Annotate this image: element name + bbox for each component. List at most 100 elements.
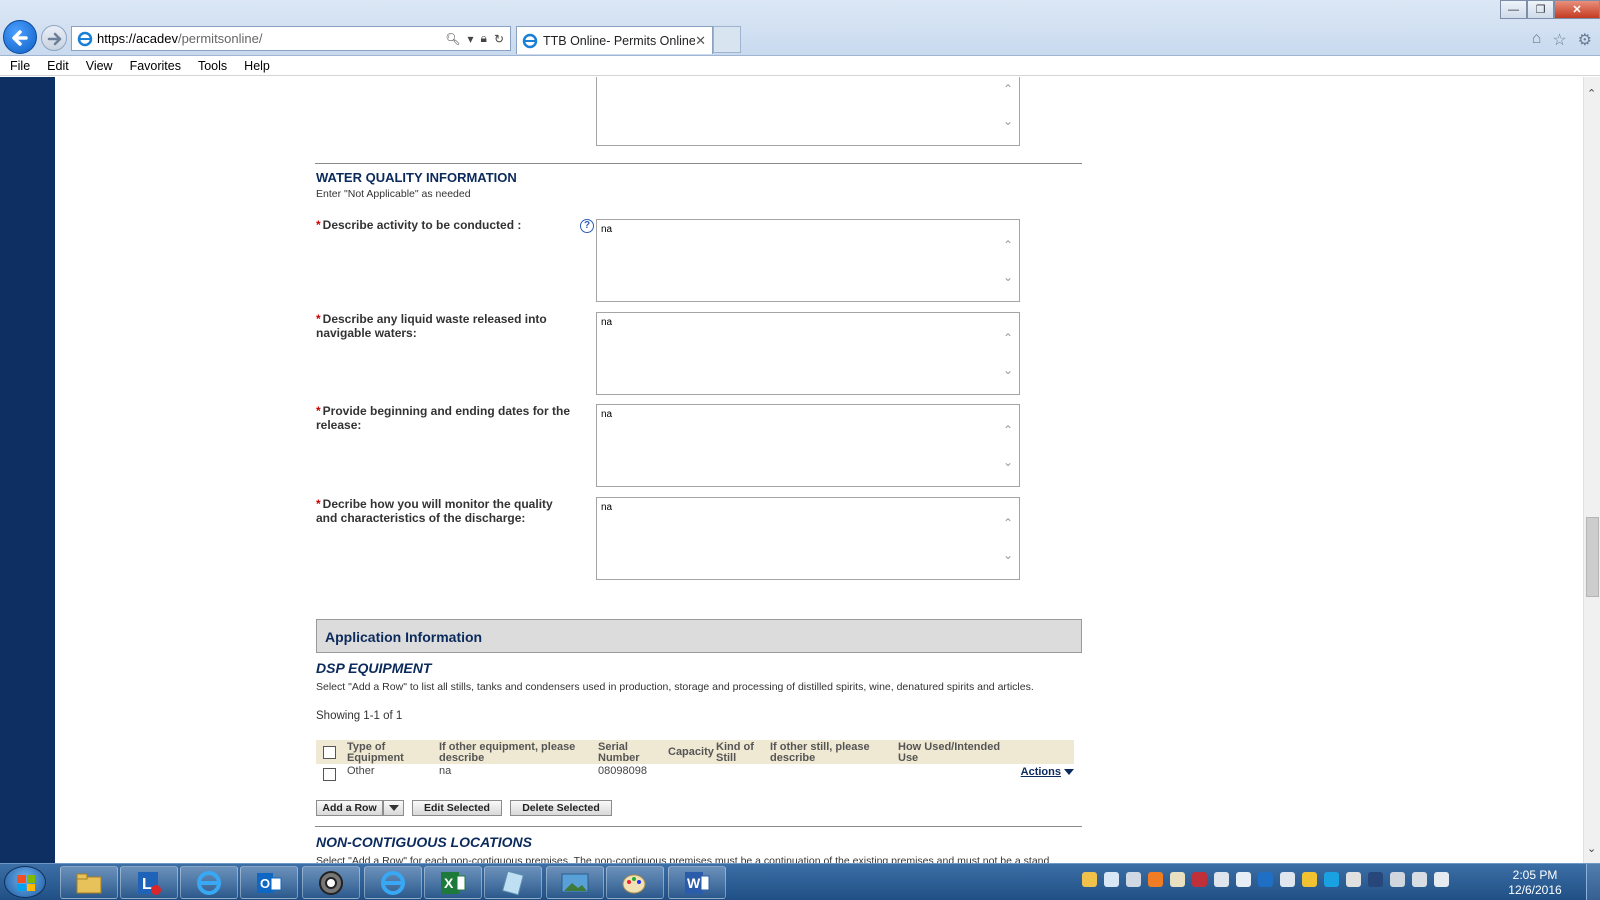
taskbar-lync-icon[interactable]: L — [120, 866, 178, 899]
section-divider — [315, 163, 1082, 164]
question-text: Provide beginning and ending dates for t… — [316, 404, 571, 432]
actions-label: Actions — [1020, 766, 1061, 778]
forward-button[interactable] — [41, 25, 67, 51]
home-icon[interactable]: ⌂ — [1532, 30, 1542, 50]
row-checkbox[interactable] — [323, 768, 336, 781]
tray-volume-icon[interactable] — [1412, 872, 1427, 887]
taskbar-word-icon[interactable]: W — [668, 866, 726, 899]
scrollbar-thumb[interactable] — [1586, 517, 1599, 597]
select-all-checkbox[interactable] — [323, 746, 336, 759]
search-icon[interactable]: 🔍︎ — [445, 32, 460, 46]
favorites-star-icon[interactable]: ☆ — [1552, 30, 1566, 50]
col-how-used: How Used/Intended Use — [898, 741, 1001, 764]
tray-monitor-icon[interactable] — [1126, 872, 1141, 887]
application-information-title: Application Information — [325, 629, 483, 645]
scroll-down-icon[interactable]: ⌄ — [1587, 842, 1596, 855]
url-path: /permitsonline/ — [177, 31, 263, 46]
scroll-down-icon[interactable]: ⌄ — [1003, 270, 1013, 284]
new-tab-button[interactable] — [713, 26, 741, 53]
taskbar-ie-icon[interactable] — [180, 866, 238, 899]
taskbar-ie-icon[interactable] — [364, 866, 422, 899]
tray-note-icon[interactable] — [1082, 872, 1097, 887]
dropdown-arrow-icon[interactable]: ▾ — [468, 32, 474, 46]
previous-field-textarea[interactable]: na ⌃ ⌄ — [596, 77, 1020, 146]
tray-display-icon[interactable] — [1280, 872, 1295, 887]
menu-help[interactable]: Help — [244, 59, 270, 73]
menu-view[interactable]: View — [86, 59, 113, 73]
scroll-down-icon[interactable]: ⌄ — [1003, 363, 1013, 377]
scroll-down-icon[interactable]: ⌄ — [1003, 455, 1013, 469]
minimize-button[interactable]: — — [1500, 0, 1527, 19]
start-button[interactable] — [4, 866, 46, 898]
taskbar-clock[interactable]: 2:05 PM 12/6/2016 — [1502, 868, 1568, 898]
help-icon[interactable]: ? — [580, 219, 594, 233]
lock-icon[interactable]: 🔒︎ — [481, 31, 487, 46]
scroll-up-icon[interactable]: ⌃ — [1003, 331, 1013, 345]
required-marker: * — [316, 404, 321, 418]
activity-textarea[interactable]: na ⌃ ⌄ — [596, 219, 1020, 302]
scroll-up-icon[interactable]: ⌃ — [1003, 238, 1013, 252]
tray-people-icon[interactable] — [1104, 872, 1119, 887]
tray-lock-icon[interactable] — [1302, 872, 1317, 887]
scroll-down-icon[interactable]: ⌄ — [1003, 114, 1013, 128]
gear-icon[interactable]: ⚙︎ — [1578, 30, 1592, 50]
required-marker: * — [316, 218, 321, 232]
address-bar[interactable]: https://acadev/permitsonline/ 🔍︎ ▾ 🔒︎ ↻ — [71, 26, 511, 51]
restore-button[interactable]: ❐ — [1527, 0, 1554, 19]
liquid-waste-textarea[interactable]: na ⌃ ⌄ — [596, 312, 1020, 395]
tray-signal-icon[interactable] — [1434, 872, 1449, 887]
col-serial-number: Serial Number — [598, 741, 640, 764]
menu-file[interactable]: File — [10, 59, 30, 73]
add-row-button[interactable]: Add a Row — [316, 800, 383, 816]
menu-favorites[interactable]: Favorites — [130, 59, 181, 73]
tray-mail-icon[interactable] — [1236, 872, 1251, 887]
water-quality-subheading: Enter "Not Applicable" as needed — [316, 188, 471, 200]
close-tab-icon[interactable]: ✕ — [695, 33, 706, 49]
taskbar-notepad-icon[interactable] — [484, 866, 542, 899]
menu-edit[interactable]: Edit — [47, 59, 69, 73]
url-text[interactable]: https://acadev/permitsonline/ — [97, 31, 445, 46]
taskbar-chrome-icon[interactable] — [302, 866, 360, 899]
taskbar-excel-icon[interactable]: X — [424, 866, 482, 899]
row-actions-menu[interactable]: Actions — [1021, 766, 1074, 778]
clock-date: 12/6/2016 — [1508, 883, 1562, 897]
tray-user-icon[interactable] — [1346, 872, 1361, 887]
tray-skype-icon[interactable] — [1324, 872, 1339, 887]
scroll-up-icon[interactable]: ⌃ — [1003, 82, 1013, 96]
application-information-bar: Application Information — [316, 619, 1082, 653]
tab-ttb-online[interactable]: TTB Online- Permits Online... ✕ — [516, 26, 713, 54]
taskbar-explorer-icon[interactable] — [60, 866, 118, 899]
tray-chrome-icon[interactable] — [1214, 872, 1229, 887]
release-dates-textarea[interactable]: na ⌃ ⌄ — [596, 404, 1020, 487]
taskbar-outlook-icon[interactable]: O — [240, 866, 298, 899]
tray-network-icon[interactable] — [1368, 872, 1383, 887]
scroll-down-icon[interactable]: ⌄ — [1003, 548, 1013, 562]
chevron-down-icon — [1064, 769, 1074, 776]
scroll-up-icon[interactable]: ⌃ — [1003, 423, 1013, 437]
add-row-dropdown-button[interactable] — [383, 800, 404, 816]
tray-pen-icon[interactable] — [1170, 872, 1185, 887]
textarea-value: na — [601, 502, 613, 513]
refresh-icon[interactable]: ↻ — [494, 32, 504, 46]
system-tray — [1082, 872, 1449, 887]
taskbar-photos-icon[interactable] — [546, 866, 604, 899]
close-window-button[interactable]: ✕ — [1554, 0, 1600, 19]
show-desktop-button[interactable] — [1586, 864, 1600, 900]
page-scrollbar[interactable]: ⌃ ⌄ — [1583, 77, 1600, 863]
col-type-of-equipment: Type of Equipment — [347, 741, 404, 764]
svg-text:O: O — [260, 876, 270, 891]
taskbar-paint-icon[interactable] — [606, 866, 664, 899]
scroll-up-icon[interactable]: ⌃ — [1587, 87, 1596, 100]
edit-selected-button[interactable]: Edit Selected — [412, 800, 502, 816]
tray-shield-icon[interactable] — [1192, 872, 1207, 887]
back-button[interactable] — [3, 20, 37, 54]
monitor-quality-textarea[interactable]: na ⌃ ⌄ — [596, 497, 1020, 580]
scroll-up-icon[interactable]: ⌃ — [1003, 516, 1013, 530]
tray-b-icon[interactable] — [1148, 872, 1163, 887]
col-capacity: Capacity — [668, 746, 714, 758]
ie-favicon-icon — [522, 33, 538, 48]
delete-selected-button[interactable]: Delete Selected — [510, 800, 612, 816]
menu-tools[interactable]: Tools — [198, 59, 227, 73]
tray-flag-icon[interactable] — [1390, 872, 1405, 887]
tray-outlook-icon[interactable] — [1258, 872, 1273, 887]
